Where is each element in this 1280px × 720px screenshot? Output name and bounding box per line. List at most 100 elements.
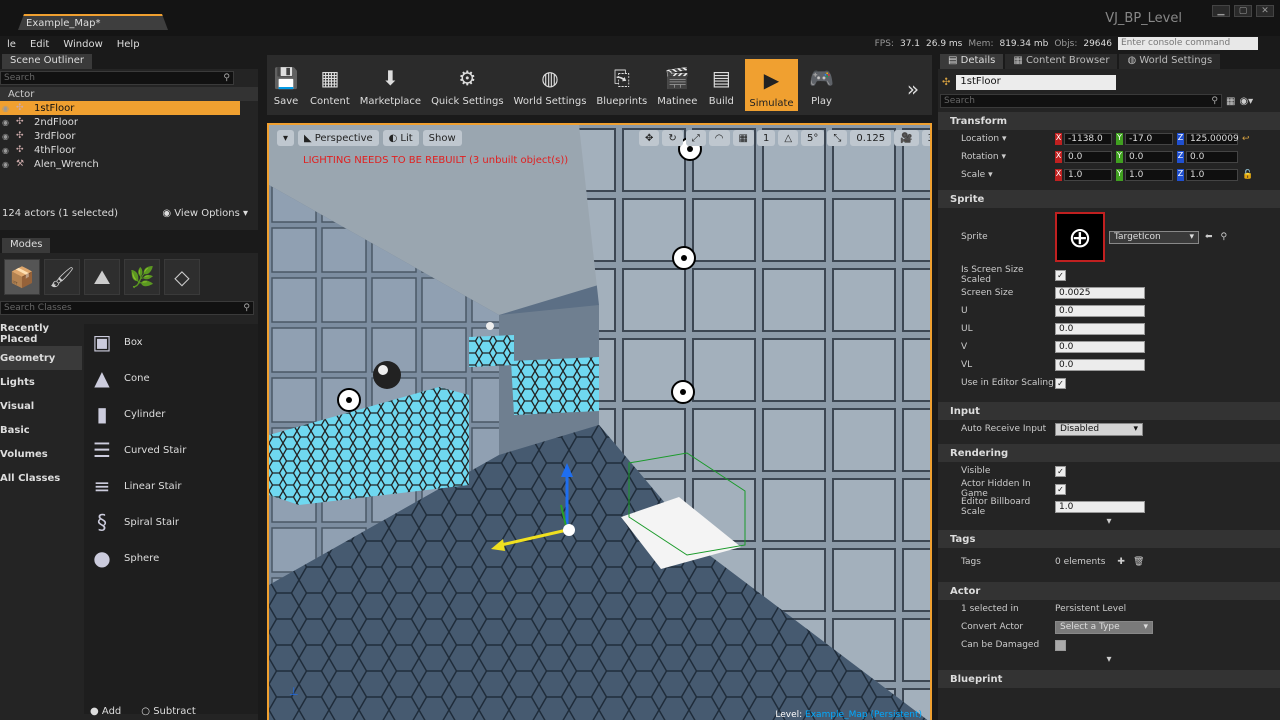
tab-details[interactable]: ▤ Details — [940, 54, 1004, 69]
section-input[interactable]: Input — [938, 402, 1280, 420]
toolbar-overflow-button[interactable]: » — [899, 75, 927, 107]
viewport-menu-button[interactable]: ▾ — [277, 130, 295, 146]
list-item[interactable]: ▣ Box — [90, 324, 258, 360]
list-item[interactable]: ● Sphere — [90, 540, 258, 576]
grid-snap-icon[interactable]: ▦ — [732, 130, 754, 146]
scale-icon[interactable]: ⤢ — [685, 130, 706, 146]
section-transform[interactable]: Transform — [938, 112, 1280, 130]
surface-snap-icon[interactable]: ◠ — [708, 130, 730, 146]
radio-add[interactable]: ● Add — [90, 706, 121, 717]
lit-button[interactable]: ◐ Lit — [382, 130, 419, 146]
visible-checkbox[interactable]: ✓ — [1055, 465, 1066, 477]
perspective-button[interactable]: ◣ Perspective — [298, 130, 379, 146]
screen-size-scaled-checkbox[interactable]: ✓ — [1055, 269, 1066, 281]
section-sprite[interactable]: Sprite — [938, 190, 1280, 208]
convert-actor-select[interactable]: Select a Type ▾ — [1055, 620, 1153, 634]
section-actor[interactable]: Actor — [938, 582, 1280, 600]
use-selected-icon[interactable]: ⬅ — [1205, 232, 1213, 242]
world-settings-button[interactable]: ◍ World Settings — [514, 64, 587, 107]
maximize-button[interactable]: ▢ — [1234, 5, 1252, 17]
outliner-row[interactable]: ◉ ✣ 3rdFloor — [0, 129, 240, 143]
radio-subtract[interactable]: ○ Subtract — [141, 706, 196, 717]
section-tags[interactable]: Tags — [938, 530, 1280, 548]
geometry-mode-icon[interactable]: ◇ — [164, 259, 200, 295]
expand-advanced-icon[interactable]: ▾ — [938, 654, 1280, 666]
list-item[interactable]: ▲ Cone — [90, 360, 258, 396]
rotation-x[interactable]: 0.0 — [1064, 151, 1112, 163]
rotation-snap-icon[interactable]: △ — [778, 130, 799, 146]
eye-icon[interactable]: ◉ — [2, 132, 16, 141]
auto-receive-select[interactable]: Disabled ▾ — [1055, 422, 1143, 436]
matinee-button[interactable]: 🎬 Matinee — [657, 64, 697, 107]
quick-settings-button[interactable]: ⚙ Quick Settings — [431, 64, 503, 107]
category-all-classes[interactable]: All Classes — [0, 466, 82, 490]
outliner-row[interactable]: ◉ ⚒ Alen_Wrench — [0, 157, 240, 171]
scale-snap-value[interactable]: 0.125 — [850, 130, 892, 146]
menu-help[interactable]: Help — [110, 39, 147, 50]
actor-name-field[interactable]: 1stFloor — [956, 75, 1117, 90]
details-search[interactable]: Search ⚲ — [940, 94, 1222, 108]
scale-x[interactable]: 1.0 — [1064, 169, 1112, 181]
ul-field[interactable]: 0.0 — [1055, 323, 1145, 335]
menu-edit[interactable]: Edit — [23, 39, 56, 50]
list-item[interactable]: ≡ Linear Stair — [90, 468, 258, 504]
blueprints-button[interactable]: ⎘ Blueprints — [596, 64, 647, 107]
outliner-search[interactable]: Search ⚲ — [0, 71, 234, 85]
scale-z[interactable]: 1.0 — [1186, 169, 1238, 181]
target-icon[interactable]: ⊕ — [1055, 212, 1105, 262]
show-button[interactable]: Show — [422, 130, 462, 146]
lock-icon[interactable]: 🔓 — [1242, 170, 1253, 180]
add-icon[interactable]: ✚ — [1117, 557, 1125, 567]
eye-icon[interactable]: ◉ — [2, 118, 16, 127]
outliner-row[interactable]: ◉ ✣ 1stFloor — [0, 101, 240, 115]
can-be-damaged-checkbox[interactable] — [1055, 639, 1066, 651]
marketplace-button[interactable]: ⬇ Marketplace — [360, 64, 421, 107]
screen-size-field[interactable]: 0.0025 — [1055, 287, 1145, 299]
category-basic[interactable]: Basic — [0, 418, 82, 442]
hidden-in-game-checkbox[interactable]: ✓ — [1055, 483, 1066, 495]
paint-mode-icon[interactable]: 🖌 — [44, 259, 80, 295]
column-actor[interactable]: Actor — [0, 87, 258, 101]
eye-icon[interactable]: ◉ — [2, 146, 16, 155]
class-search[interactable]: Search Classes ⚲ — [0, 301, 254, 315]
section-rendering[interactable]: Rendering — [938, 444, 1280, 462]
property-matrix-icon[interactable]: ▦ — [1226, 96, 1235, 107]
section-blueprint[interactable]: Blueprint — [938, 670, 1280, 688]
tab-modes[interactable]: Modes — [2, 238, 51, 253]
scale-snap-icon[interactable]: ⤡ — [827, 130, 848, 146]
camera-speed-value[interactable]: 3 — [921, 130, 930, 146]
category-volumes[interactable]: Volumes — [0, 442, 82, 466]
location-y[interactable]: -17.0 — [1125, 133, 1173, 145]
vl-field[interactable]: 0.0 — [1055, 359, 1145, 371]
menu-window[interactable]: Window — [56, 39, 109, 50]
editor-scaling-checkbox[interactable]: ✓ — [1055, 377, 1066, 389]
rotation-snap-value[interactable]: 5° — [801, 130, 825, 146]
reset-icon[interactable]: ↩ — [1242, 134, 1250, 144]
category-lights[interactable]: Lights — [0, 370, 82, 394]
outliner-row[interactable]: ◉ ✣ 4thFloor — [0, 143, 240, 157]
rotate-icon[interactable]: ↻ — [662, 130, 683, 146]
scale-label[interactable]: Scale ▾ — [961, 170, 1055, 180]
content-button[interactable]: ▦ Content — [310, 64, 350, 107]
category-visual[interactable]: Visual — [0, 394, 82, 418]
sprite-asset-select[interactable]: TargetIcon ▾ — [1109, 230, 1199, 244]
tab-world-settings[interactable]: ◍ World Settings — [1119, 54, 1221, 69]
rotation-z[interactable]: 0.0 — [1186, 151, 1238, 163]
save-button[interactable]: 💾 Save — [272, 64, 300, 107]
menu-file[interactable]: le — [0, 39, 23, 50]
trash-icon[interactable]: 🗑 — [1133, 557, 1144, 567]
v-field[interactable]: 0.0 — [1055, 341, 1145, 353]
location-label[interactable]: Location ▾ — [961, 134, 1055, 144]
simulate-button[interactable]: ▶ Simulate — [745, 59, 798, 111]
category-recently-placed[interactable]: Recently Placed — [0, 322, 82, 346]
place-mode-icon[interactable]: 📦 — [4, 259, 40, 295]
outliner-row[interactable]: ◉ ✣ 2ndFloor — [0, 115, 240, 129]
expand-advanced-icon[interactable]: ▾ — [938, 516, 1280, 528]
grid-size[interactable]: 1 — [756, 130, 776, 146]
u-field[interactable]: 0.0 — [1055, 305, 1145, 317]
rotation-y[interactable]: 0.0 — [1125, 151, 1173, 163]
tab-scene-outliner[interactable]: Scene Outliner — [2, 54, 92, 69]
list-item[interactable]: ☰ Curved Stair — [90, 432, 258, 468]
tab-content-browser[interactable]: ▦ Content Browser — [1005, 54, 1118, 69]
browse-icon[interactable]: ⚲ — [1221, 232, 1228, 242]
